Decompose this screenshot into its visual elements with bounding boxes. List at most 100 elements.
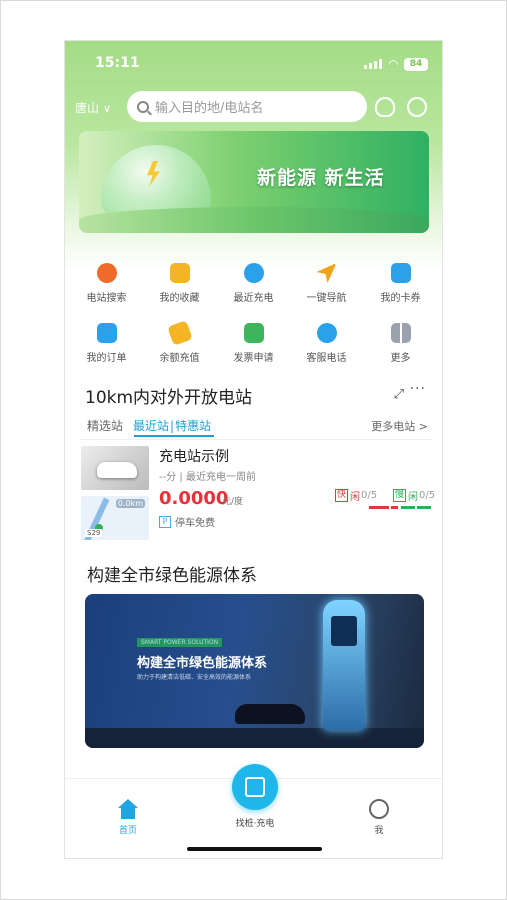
fast-usage-bar — [391, 506, 398, 509]
fast-count: 0/5 — [361, 490, 378, 501]
quick-action-label: 余额充值 — [159, 353, 200, 364]
user-icon — [369, 799, 389, 819]
quick-action-favorites[interactable]: 我的收藏 — [142, 263, 217, 304]
search-placeholder: 输入目的地/电站名 — [155, 101, 264, 116]
quick-action-recharge[interactable]: 余额充值 — [142, 320, 217, 364]
quick-action-label: 我的卡券 — [380, 293, 421, 304]
status-time: 15:11 — [95, 55, 140, 71]
fast-idle-label: 闲 — [350, 492, 361, 503]
station-tabs: 精选站 最近站|特惠站 — [87, 417, 221, 434]
search-icon — [137, 100, 149, 113]
tab-home[interactable]: 首页 — [98, 799, 158, 836]
scan-charge-label: 找桩·充电 — [235, 819, 275, 829]
station-name: 充电站示例 — [159, 449, 229, 465]
charging-pile-screen — [331, 616, 357, 646]
phone-icon — [316, 323, 337, 343]
quick-action-orders[interactable]: 我的订单 — [69, 323, 144, 364]
ad-tag: SMART POWER SOLUTION — [137, 638, 223, 647]
navigation-arrow-icon — [316, 263, 337, 283]
fast-usage-bar — [369, 506, 389, 509]
station-price: 0.0000 — [159, 488, 229, 509]
more-options-icon[interactable]: ··· — [410, 381, 426, 397]
wallet-icon — [166, 320, 193, 346]
ad-title: 构建全市绿色能源体系 — [137, 656, 268, 671]
map-road-label: S29 — [85, 529, 103, 537]
coupon-icon — [390, 263, 411, 283]
quick-action-label: 电站搜索 — [86, 293, 127, 304]
slow-idle-label: 闲 — [408, 492, 419, 503]
tab-featured[interactable]: 精选站 — [87, 419, 123, 433]
message-icon[interactable] — [407, 97, 427, 117]
fast-tag: 快 — [335, 489, 349, 502]
wifi-icon: ◠ — [388, 57, 398, 71]
quick-action-label: 更多 — [390, 353, 411, 364]
tab-nearest[interactable]: 最近站 — [133, 419, 169, 433]
quick-action-label: 一键导航 — [306, 293, 347, 304]
signal-icon — [364, 59, 382, 69]
car-image — [97, 462, 137, 478]
expand-icon[interactable]: ⤢ — [394, 387, 404, 402]
quick-action-label: 发票申请 — [233, 353, 274, 364]
city-selector[interactable]: 唐山 ∨ — [75, 99, 111, 116]
more-stations-link[interactable]: 更多电站 > — [371, 418, 428, 434]
ad-subtitle: 助力于构建清洁低碳、安全高效的能源体系 — [137, 674, 252, 681]
slow-tag: 慢 — [393, 489, 407, 502]
station-search-icon — [96, 263, 117, 283]
slow-count: 0/5 — [419, 490, 436, 501]
quick-action-coupons[interactable]: 我的卡券 — [363, 263, 438, 304]
home-icon — [118, 799, 138, 819]
more-grid-icon — [390, 323, 411, 343]
promo-section-title: 构建全市绿色能源体系 — [87, 566, 257, 586]
station-photo — [81, 446, 149, 490]
promo-banner[interactable]: 新能源 新生活 — [79, 131, 429, 233]
slow-usage-bar — [417, 506, 431, 509]
banner-slogan: 新能源 新生活 — [257, 167, 385, 189]
parking-info: P 停车免费 — [159, 514, 215, 529]
tab-me-label: 我 — [374, 826, 384, 836]
promo-ad-card[interactable]: SMART POWER SOLUTION 构建全市绿色能源体系 助力于构建清洁低… — [85, 594, 424, 748]
car-silhouette — [235, 704, 305, 724]
quick-action-more[interactable]: 更多 — [363, 323, 438, 364]
tab-discount[interactable]: 特惠站 — [175, 419, 211, 433]
divider — [79, 439, 431, 440]
city-label: 唐山 — [75, 101, 100, 115]
phone-screen: 15:11 ◠ 84 唐山 ∨ 输入目的地/电站名 新能源 新生活 电站搜索 我的… — [64, 40, 443, 859]
slow-charger-status: 慢 闲 0/5 — [393, 488, 435, 503]
order-list-icon — [96, 323, 117, 343]
station-card[interactable]: 0.0km S29 充电站示例 --分 | 最近充电一周前 0.0000 元/度… — [79, 444, 435, 544]
home-indicator — [187, 847, 322, 851]
tab-separator: | — [170, 419, 175, 433]
battery-icon: 84 — [404, 58, 428, 71]
status-bar: 15:11 ◠ 84 — [65, 49, 442, 73]
active-tab-indicator — [134, 435, 214, 437]
search-row: 唐山 ∨ 输入目的地/电站名 — [65, 91, 442, 123]
fast-charger-status: 快 闲 0/5 — [335, 488, 377, 503]
favorite-star-icon — [169, 263, 190, 283]
scan-icon — [245, 777, 265, 797]
parking-label: 停车免费 — [175, 518, 215, 529]
search-input[interactable]: 输入目的地/电站名 — [127, 91, 367, 122]
tab-me[interactable]: 我 — [349, 799, 409, 836]
banner-hills — [79, 207, 429, 233]
map-distance: 0.0km — [115, 499, 145, 508]
quick-action-navigation[interactable]: 一键导航 — [289, 263, 364, 304]
quick-action-station-search[interactable]: 电站搜索 — [69, 263, 144, 304]
ad-ground — [85, 728, 424, 748]
slow-usage-bar — [401, 506, 415, 509]
customer-service-icon[interactable] — [375, 97, 395, 117]
quick-action-invoice[interactable]: 发票申请 — [216, 323, 291, 364]
quick-action-recent[interactable]: 最近充电 — [216, 263, 291, 304]
chevron-down-icon: ∨ — [103, 102, 112, 115]
price-unit: 元/度 — [222, 497, 244, 507]
invoice-icon — [243, 323, 264, 343]
clock-icon — [243, 263, 264, 283]
station-meta: --分 | 最近充电一周前 — [159, 472, 256, 483]
quick-action-hotline[interactable]: 客服电话 — [289, 323, 364, 364]
nearby-section-title: 10km内对外开放电站 — [85, 388, 253, 408]
quick-action-label: 我的收藏 — [159, 293, 200, 304]
quick-action-label: 我的订单 — [86, 353, 127, 364]
tab-home-label: 首页 — [118, 826, 137, 836]
station-map-thumbnail[interactable]: 0.0km S29 — [81, 496, 149, 540]
scan-charge-button[interactable] — [232, 764, 278, 810]
parking-icon: P — [159, 515, 171, 528]
